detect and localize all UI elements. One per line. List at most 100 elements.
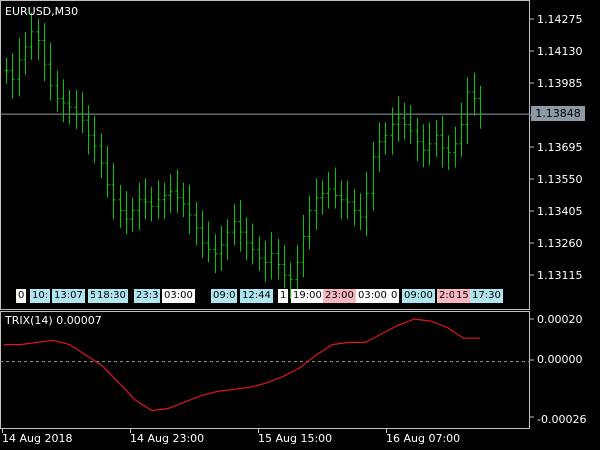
price-bar	[55, 70, 60, 112]
price-bar	[118, 184, 123, 228]
price-bar	[99, 133, 104, 179]
price-axis-label: 1.13695	[537, 141, 583, 154]
price-bar	[156, 180, 161, 220]
price-bar	[396, 96, 401, 142]
price-bar	[453, 126, 458, 168]
session-tag: 12:44	[240, 289, 273, 303]
price-bar	[314, 178, 319, 230]
price-bar	[48, 42, 53, 101]
price-bar	[17, 38, 22, 97]
session-tag: 19:00	[291, 289, 324, 303]
price-bar	[358, 193, 363, 230]
price-axis-label: 1.13405	[537, 205, 583, 218]
session-tag: 18:30	[95, 289, 128, 303]
indicator-axis-label: 0.00020	[537, 313, 583, 326]
trix-line	[4, 318, 480, 412]
price-axis-label: 1.13115	[537, 269, 583, 282]
price-bar	[440, 115, 445, 168]
price-bar	[352, 189, 357, 226]
current-price-label: 1.13848	[531, 106, 585, 121]
price-bar	[383, 122, 388, 155]
price-chart-canvas[interactable]	[0, 0, 600, 310]
session-tag: 0	[16, 289, 27, 303]
price-bar	[124, 191, 129, 235]
price-bar	[326, 171, 331, 209]
price-chart-pane[interactable]: EURUSD,M30 1.14275 1.14130 1.13985 1.136…	[0, 0, 600, 310]
price-bar	[149, 186, 154, 222]
price-bar	[137, 182, 142, 230]
price-bar	[465, 77, 470, 144]
price-bar	[263, 240, 268, 282]
price-bar	[415, 118, 420, 162]
price-bar	[345, 180, 350, 220]
price-bar	[111, 163, 116, 220]
indicator-axis-label: -0.00026	[537, 413, 587, 426]
time-axis-ticks	[2, 429, 387, 433]
price-bar	[194, 202, 199, 246]
session-tag: 03:00	[356, 289, 389, 303]
price-bar	[10, 53, 15, 99]
price-axis-label: 1.14130	[537, 45, 583, 58]
price-axis-label: 1.14275	[537, 13, 583, 26]
price-bar	[339, 180, 344, 220]
price-bar	[92, 115, 97, 164]
price-bar	[130, 197, 135, 233]
price-bar	[307, 195, 312, 250]
price-bar	[74, 90, 79, 129]
price-bar	[232, 204, 237, 246]
price-bar	[408, 105, 413, 144]
session-tag: 23:3	[134, 289, 161, 303]
session-tag: 17:30	[470, 289, 503, 303]
price-bar	[364, 171, 369, 237]
price-axis-label: 1.13985	[537, 77, 583, 90]
session-tag: 09:0	[211, 289, 238, 303]
price-bar	[23, 31, 28, 75]
price-bar	[472, 72, 477, 116]
price-bar	[377, 122, 382, 172]
price-bar	[250, 223, 255, 265]
price-bar	[200, 210, 205, 258]
price-bar	[86, 105, 91, 155]
indicator-axis-label: 0.00000	[537, 353, 583, 366]
indicator-title: TRIX(14) 0.00007	[5, 314, 102, 327]
price-bar	[105, 146, 110, 198]
price-bar	[421, 124, 426, 168]
session-tag: 1	[278, 289, 289, 303]
price-bar	[181, 182, 186, 218]
price-bar	[187, 184, 192, 235]
session-tag: 09:00	[402, 289, 435, 303]
price-bar	[67, 90, 72, 125]
price-bar	[36, 18, 41, 60]
price-bar	[175, 169, 180, 213]
session-tag: 15	[454, 289, 471, 303]
price-bar	[244, 217, 249, 261]
price-bar	[206, 221, 211, 263]
price-bar	[269, 232, 274, 280]
price-bar	[446, 135, 451, 170]
price-bar	[478, 85, 483, 129]
price-bar	[238, 199, 243, 252]
indicator-pane[interactable]: TRIX(14) 0.00007 0.00020 0.00000 -0.0002…	[0, 311, 600, 429]
price-bar	[282, 245, 287, 289]
price-bar	[371, 141, 376, 211]
session-tag: 23:00	[323, 289, 356, 303]
price-bar	[402, 102, 407, 140]
price-bar	[4, 57, 9, 84]
symbol-title: EURUSD,M30	[5, 5, 79, 18]
price-bar	[333, 167, 338, 209]
trix-chart-canvas[interactable]	[0, 311, 600, 429]
price-bar	[168, 174, 173, 213]
session-tag: 0	[389, 289, 400, 303]
price-bar	[459, 102, 464, 157]
price-bar	[213, 234, 218, 274]
price-bar	[29, 12, 34, 60]
price-bar	[219, 225, 224, 271]
price-bar	[301, 214, 306, 278]
price-bar	[225, 219, 230, 261]
price-bar	[61, 79, 66, 123]
price-bar	[143, 178, 148, 220]
session-tag: 03:00	[162, 289, 195, 303]
price-axis-label: 1.13260	[537, 237, 583, 250]
price-bar	[276, 238, 281, 280]
price-bar	[257, 236, 262, 271]
